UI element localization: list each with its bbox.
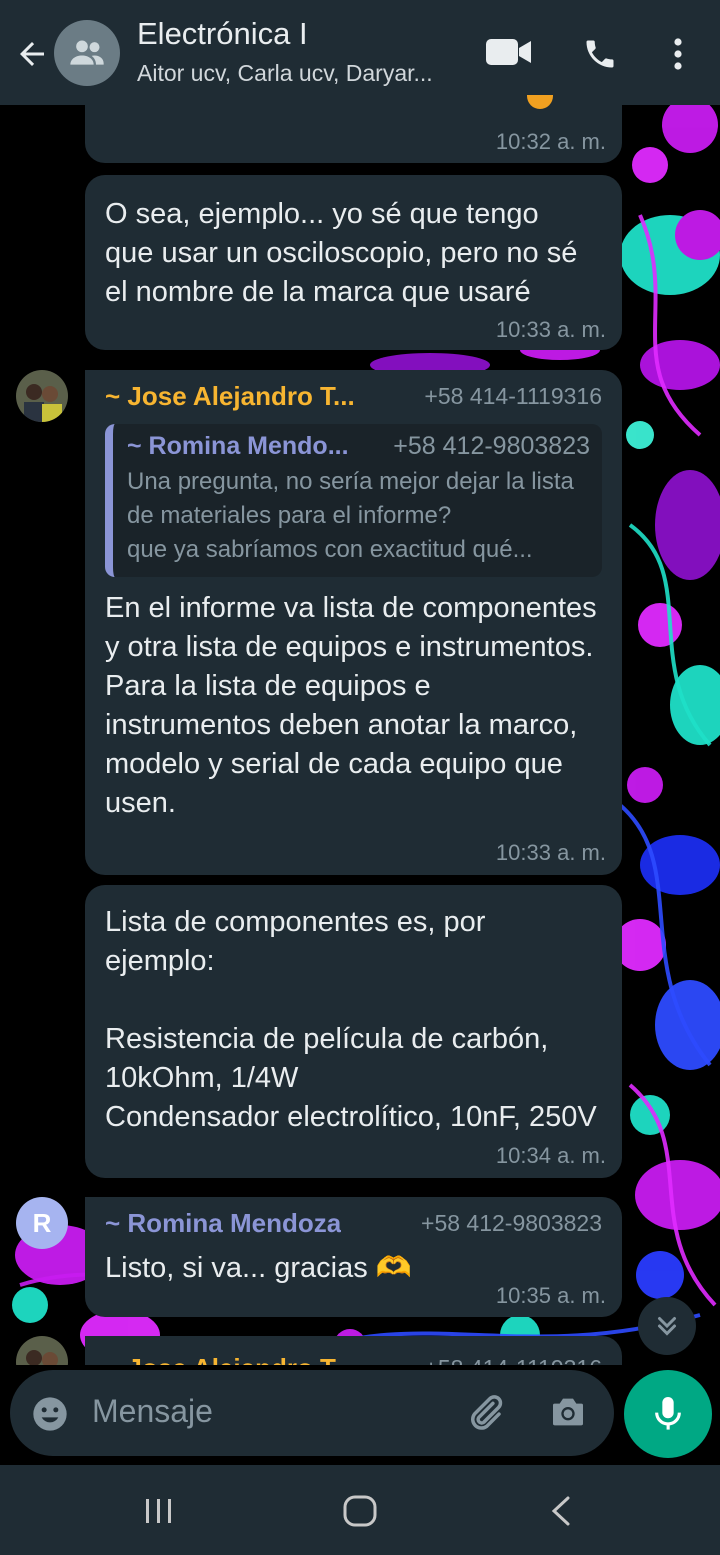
recents-icon[interactable] <box>144 1497 174 1530</box>
message-time: 10:33 a. m. <box>495 840 606 865</box>
chat-participants[interactable]: Aitor ucv, Carla ucv, Daryar... <box>137 60 457 87</box>
sender-avatar[interactable] <box>16 370 68 422</box>
back-icon[interactable] <box>548 1495 576 1532</box>
message-text: Lista de componentes es, por ejemplo: Re… <box>105 906 597 1133</box>
message-time: 10:34 a. m. <box>495 1143 606 1168</box>
sender-name[interactable]: ~ Jose Alejandro T... <box>105 381 355 412</box>
message-placeholder: Mensaje <box>92 1393 213 1429</box>
sender-name[interactable]: ~ Romina Mendoza <box>105 1208 341 1239</box>
quoted-sender-phone: +58 412-9803823 <box>393 432 590 460</box>
quoted-text-truncated: que ya sabríamos con exactitud qué... <box>127 536 533 563</box>
video-call-icon[interactable] <box>486 36 532 73</box>
avatar-letter: R <box>32 1207 52 1238</box>
message-time: 10:35 a. m. <box>495 1283 606 1308</box>
message-bubble[interactable]: O sea, ejemplo... yo sé que tengo que us… <box>85 175 622 350</box>
quoted-sender-name: ~ Romina Mendo... <box>127 432 349 460</box>
sender-avatar[interactable]: R <box>16 1197 68 1249</box>
partial-message-row: ~ Jose Alejandro T... +58 414-1119316 <box>0 1336 720 1365</box>
quoted-text: Una pregunta, no sería mejor dejar la li… <box>127 468 574 529</box>
message-time: 10:32 a. m. <box>495 129 606 154</box>
sender-phone: +58 414-1119316 <box>424 1355 602 1366</box>
attach-icon[interactable] <box>464 1392 506 1439</box>
message-bubble[interactable]: ~ Jose Alejandro T... +58 414-1119316 <box>85 1336 622 1365</box>
scroll-down-button[interactable] <box>638 1297 696 1355</box>
sender-avatar[interactable] <box>16 1336 68 1365</box>
message-text: En el informe va lista de componentes y … <box>105 592 605 819</box>
quoted-message[interactable]: ~ Romina Mendo... +58 412-9803823 Una pr… <box>105 424 602 577</box>
chat-header: Electrónica I Aitor ucv, Carla ucv, Dary… <box>0 0 720 105</box>
group-avatar[interactable] <box>54 20 120 86</box>
message-bubble[interactable]: Lista de componentes es, por ejemplo: Re… <box>85 885 622 1178</box>
camera-icon[interactable] <box>548 1392 588 1437</box>
message-text: O sea, ejemplo... yo sé que tengo que us… <box>105 198 586 308</box>
emoji-fragment <box>527 95 553 109</box>
system-nav-bar <box>0 1465 720 1555</box>
more-vert-icon[interactable] <box>664 36 692 77</box>
group-icon <box>70 40 104 65</box>
message-time: 10:33 a. m. <box>495 317 606 342</box>
home-icon[interactable] <box>343 1495 377 1532</box>
back-arrow-icon[interactable] <box>14 36 50 72</box>
message-bubble[interactable]: ~ Jose Alejandro T... +58 414-1119316 ~ … <box>85 370 622 875</box>
sender-phone: +58 412-9803823 <box>421 1209 602 1236</box>
mic-button[interactable] <box>624 1370 712 1458</box>
emoji-icon[interactable] <box>30 1394 70 1439</box>
sender-name[interactable]: ~ Jose Alejandro T... <box>105 1353 355 1366</box>
message-bubble[interactable]: ~ Romina Mendoza +58 412-9803823 Listo, … <box>85 1197 622 1317</box>
mic-icon <box>655 1397 681 1430</box>
double-chevron-down-icon <box>658 1317 676 1336</box>
message-bubble[interactable]: 10:32 a. m. <box>85 95 622 163</box>
phone-icon[interactable] <box>582 36 618 77</box>
chat-title[interactable]: Electrónica I <box>137 16 308 52</box>
sender-phone: +58 414-1119316 <box>424 382 602 409</box>
